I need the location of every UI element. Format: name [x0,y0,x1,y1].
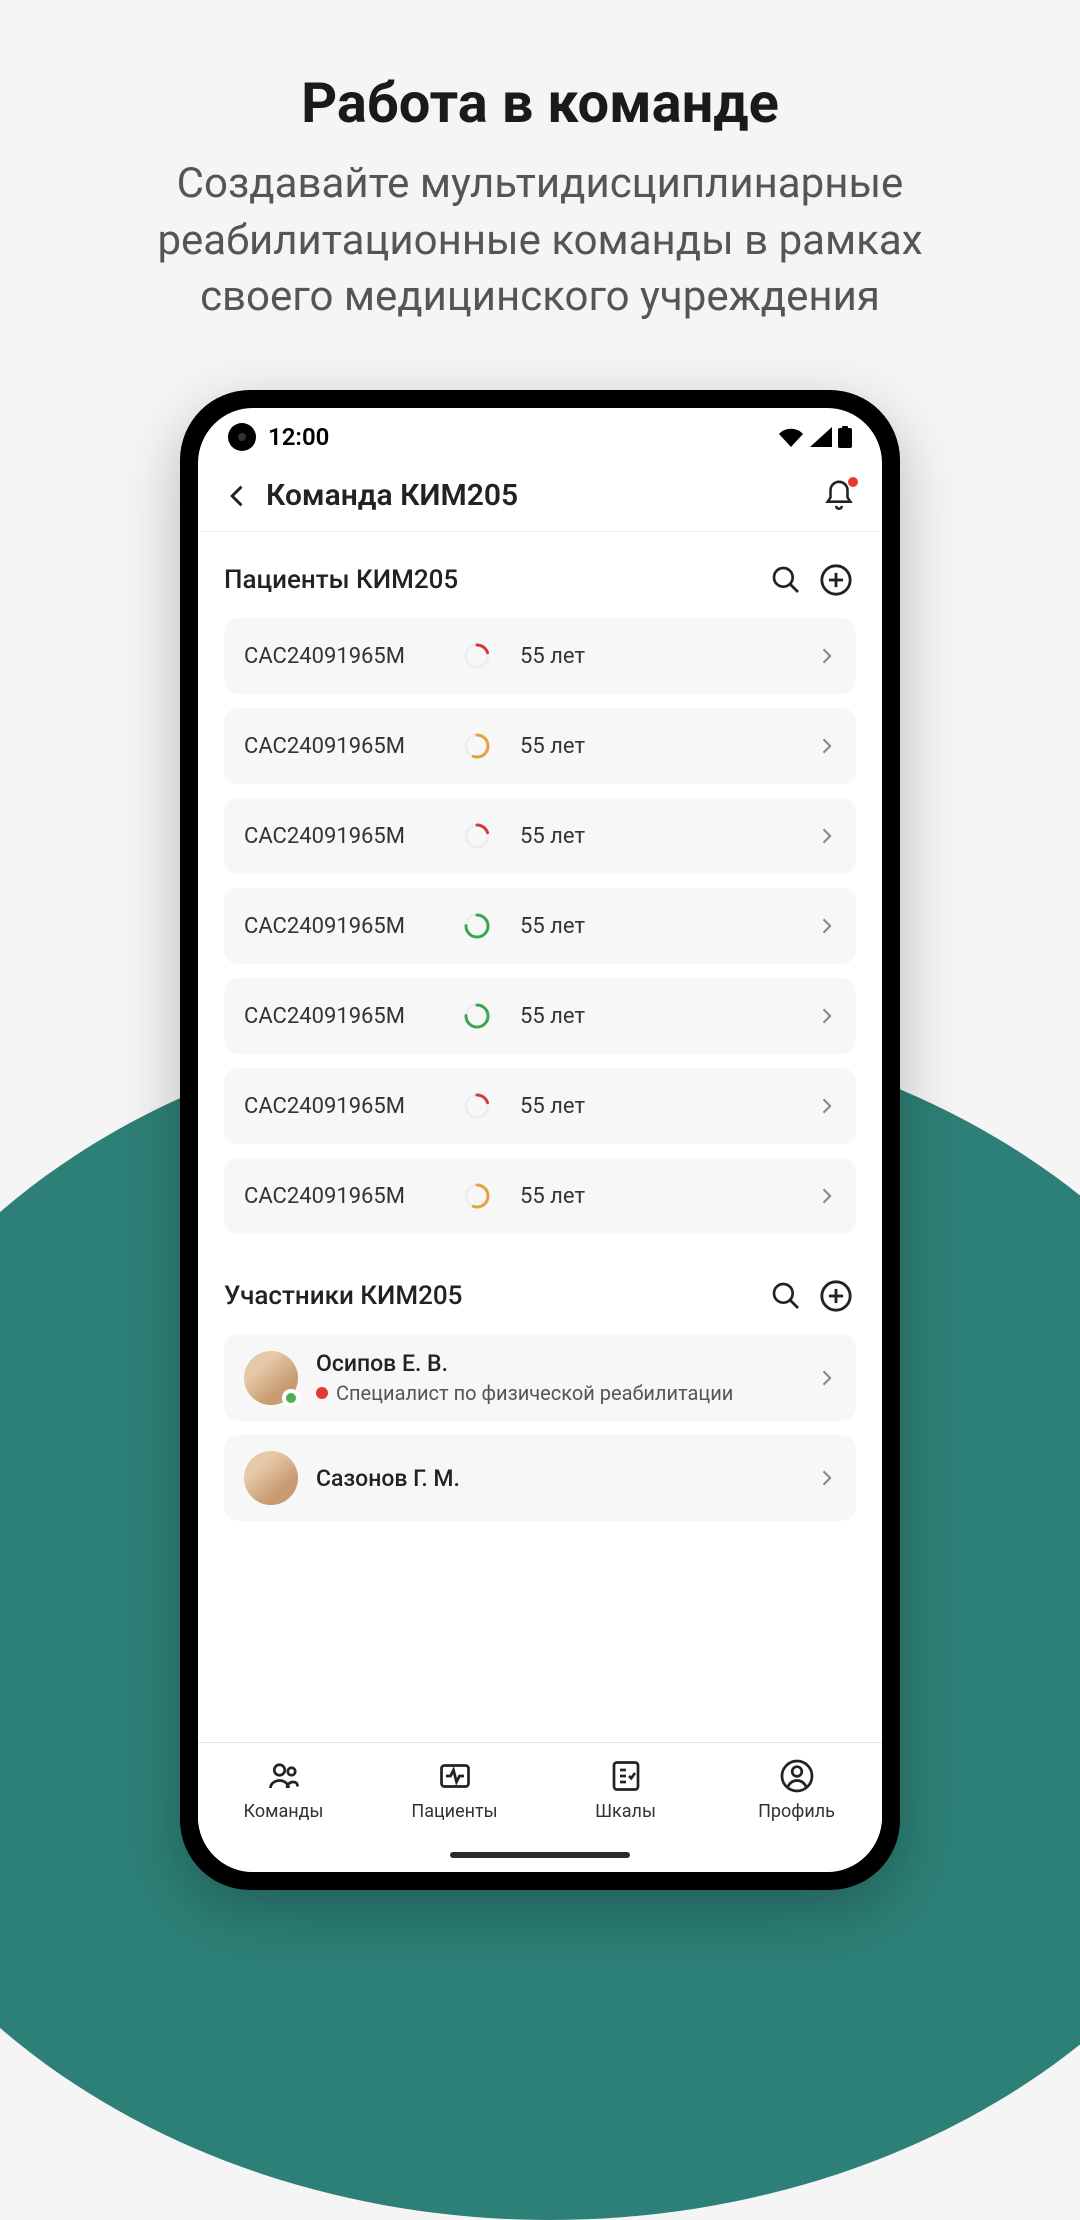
patient-age: 55 лет [520,824,816,849]
members-list: Осипов Е. В. Специалист по физической ре… [224,1334,856,1521]
member-role: Специалист по физической реабилитации [316,1381,816,1405]
patient-row[interactable]: CAC24091965M 55 лет [224,978,856,1054]
avatar [244,1351,298,1405]
add-patient-button[interactable] [816,560,856,600]
nav-patients[interactable]: Пациенты [395,1757,515,1822]
patient-id: CAC24091965M [244,824,454,849]
camera-icon [228,423,256,451]
chevron-right-icon [816,826,836,846]
chevron-right-icon [816,916,836,936]
patient-age: 55 лет [520,1004,816,1029]
app-header: Команда КИМ205 [198,466,882,532]
online-badge-icon [282,1389,300,1407]
patient-row[interactable]: CAC24091965M 55 лет [224,798,856,874]
patient-row[interactable]: CAC24091965M 55 лет [224,888,856,964]
chevron-right-icon [816,736,836,756]
patient-row[interactable]: CAC24091965M 55 лет [224,708,856,784]
status-bar: 12:00 [198,408,882,466]
patients-section-title: Пациенты КИМ205 [224,565,766,595]
patient-row[interactable]: CAC24091965M 55 лет [224,1158,856,1234]
patients-list: CAC24091965M 55 лет CAC24091965M 55 лет … [224,618,856,1234]
patient-id: CAC24091965M [244,1004,454,1029]
member-name: Сазонов Г. М. [316,1465,816,1492]
nav-profile[interactable]: Профиль [737,1757,857,1822]
chevron-right-icon [816,1006,836,1026]
chevron-right-icon [816,1368,836,1388]
patient-id: CAC24091965M [244,1094,454,1119]
progress-ring-icon [464,1183,490,1209]
patient-age: 55 лет [520,734,816,759]
nav-teams[interactable]: Команды [224,1757,344,1822]
bottom-nav: Команды Пациенты Шкалы Профиль [198,1742,882,1872]
teams-icon [265,1757,303,1795]
search-members-button[interactable] [766,1276,806,1316]
patient-age: 55 лет [520,914,816,939]
members-section-header: Участники КИМ205 [224,1248,856,1334]
signal-icon [810,427,832,447]
progress-ring-icon [464,1093,490,1119]
chevron-right-icon [816,1468,836,1488]
member-name: Осипов Е. В. [316,1350,816,1377]
patient-id: CAC24091965M [244,734,454,759]
nav-profile-label: Профиль [758,1801,835,1822]
patient-id: CAC24091965M [244,644,454,669]
page-subtitle: Создавайте мультидисциплинарные реабилит… [60,136,1020,326]
nav-patients-label: Пациенты [411,1801,497,1822]
patients-icon [436,1757,474,1795]
member-row[interactable]: Сазонов Г. М. [224,1435,856,1521]
phone-frame: 12:00 Команда КИМ205 [180,390,900,1890]
nav-teams-label: Команды [244,1801,324,1822]
add-member-button[interactable] [816,1276,856,1316]
battery-icon [838,426,852,448]
status-dot-icon [316,1387,328,1399]
nav-scales-label: Шкалы [595,1801,656,1822]
patient-age: 55 лет [520,1184,816,1209]
avatar [244,1451,298,1505]
chevron-right-icon [816,1096,836,1116]
member-row[interactable]: Осипов Е. В. Специалист по физической ре… [224,1334,856,1421]
progress-ring-icon [464,1003,490,1029]
notifications-button[interactable] [822,479,856,513]
home-indicator [450,1852,630,1858]
search-patients-button[interactable] [766,560,806,600]
members-section-title: Участники КИМ205 [224,1281,766,1311]
patient-row[interactable]: CAC24091965M 55 лет [224,618,856,694]
profile-icon [778,1757,816,1795]
notification-dot-icon [848,477,858,487]
header-title: Команда КИМ205 [266,478,822,513]
nav-scales[interactable]: Шкалы [566,1757,686,1822]
patient-id: CAC24091965M [244,1184,454,1209]
progress-ring-icon [464,643,490,669]
chevron-right-icon [816,646,836,666]
content-scroll[interactable]: Пациенты КИМ205 CAC24091965M 55 лет CAC2… [198,532,882,1742]
progress-ring-icon [464,913,490,939]
chevron-right-icon [816,1186,836,1206]
phone-screen: 12:00 Команда КИМ205 [198,408,882,1872]
wifi-icon [778,427,804,447]
page-title: Работа в команде [0,0,1080,136]
patient-row[interactable]: CAC24091965M 55 лет [224,1068,856,1144]
status-time: 12:00 [268,423,329,451]
patients-section-header: Пациенты КИМ205 [224,532,856,618]
scales-icon [607,1757,645,1795]
progress-ring-icon [464,823,490,849]
progress-ring-icon [464,733,490,759]
patient-age: 55 лет [520,1094,816,1119]
patient-age: 55 лет [520,644,816,669]
back-button[interactable] [224,482,252,510]
patient-id: CAC24091965M [244,914,454,939]
